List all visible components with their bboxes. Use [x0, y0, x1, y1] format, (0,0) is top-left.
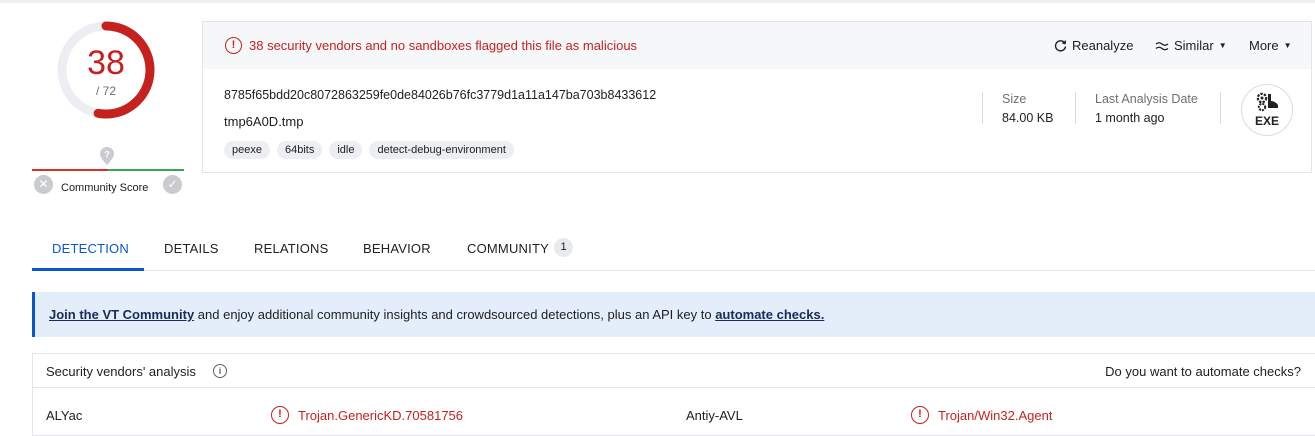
community-banner: Join the VT Community and enjoy addition… [32, 292, 1315, 337]
tab-details[interactable]: DETAILS [164, 241, 219, 256]
svg-text:?: ? [104, 150, 110, 160]
tag[interactable]: detect-debug-environment [369, 141, 514, 159]
detection-count: 38 [87, 44, 125, 82]
community-bar-positive [108, 169, 184, 171]
similar-icon [1155, 41, 1169, 50]
table-row: ALYac ! Trojan.GenericKD.70581756 Antiy-… [33, 389, 1315, 436]
automate-checks-link[interactable]: automate checks. [715, 307, 824, 322]
detection-result: ! Trojan.GenericKD.70581756 [271, 406, 463, 424]
file-type-badge: EXE [1241, 84, 1293, 136]
more-label: More [1249, 38, 1279, 53]
detection-label: Trojan/Win32.Agent [938, 407, 1053, 423]
size-value: 84.00 KB [1002, 111, 1054, 125]
tab-detection[interactable]: DETECTION [52, 241, 129, 256]
join-community-link[interactable]: Join the VT Community [49, 307, 194, 322]
detection-score-gauge: 38 / 72 [56, 20, 160, 124]
active-tab-indicator [32, 268, 144, 271]
community-count-badge: 1 [554, 238, 573, 257]
vendors-header: Security vendors' analysis i Do you want… [33, 354, 1315, 388]
tag[interactable]: 64bits [276, 141, 323, 159]
reanalyze-label: Reanalyze [1072, 38, 1134, 53]
detection-total: / 72 [95, 84, 116, 98]
vendor-name: ALYac [46, 408, 83, 423]
chevron-down-icon: ▼ [1283, 41, 1292, 50]
file-type-label: EXE [1254, 114, 1279, 128]
banner-middle-text: and enjoy additional community insights … [194, 307, 716, 322]
community-score: ? ✕ Community Score ✓ [32, 146, 184, 194]
divider [1075, 92, 1076, 124]
alert-circle-icon: ! [225, 37, 242, 54]
automate-checks-prompt[interactable]: Do you want to automate checks? [1105, 364, 1301, 379]
tab-relations[interactable]: RELATIONS [254, 241, 329, 256]
community-score-label: Community Score [61, 182, 149, 194]
tab-behavior[interactable]: BEHAVIOR [363, 241, 431, 256]
file-summary-card: ! 38 security vendors and no sandboxes f… [202, 21, 1312, 173]
similar-label: Similar [1174, 38, 1214, 53]
tab-bar: DETECTION DETAILS RELATIONS BEHAVIOR COM… [32, 228, 1315, 271]
divider [982, 92, 983, 124]
chevron-down-icon: ▼ [1218, 41, 1227, 50]
file-tags: peexe 64bits idle detect-debug-environme… [224, 141, 514, 159]
malicious-alert: 38 security vendors and no sandboxes fla… [249, 38, 638, 53]
last-analysis-label: Last Analysis Date [1095, 92, 1198, 106]
banner-text: Join the VT Community and enjoy addition… [49, 307, 824, 322]
divider [1220, 92, 1221, 124]
reanalyze-icon [1054, 40, 1067, 52]
community-marker-icon: ? [100, 147, 114, 165]
vote-harmful-icon[interactable]: ✕ [34, 175, 53, 194]
file-name: tmp6A0D.tmp [224, 114, 304, 129]
size-label: Size [1002, 92, 1027, 106]
vendors-title: Security vendors' analysis [46, 364, 196, 379]
community-bar-negative [32, 169, 108, 171]
info-icon[interactable]: i [213, 364, 227, 378]
tag[interactable]: peexe [224, 141, 270, 159]
vendors-analysis-table: Security vendors' analysis i Do you want… [32, 353, 1315, 436]
reanalyze-button[interactable]: Reanalyze [1054, 38, 1133, 53]
similar-button[interactable]: Similar ▼ [1155, 38, 1227, 53]
tab-community[interactable]: COMMUNITY [467, 241, 549, 256]
card-header: ! 38 security vendors and no sandboxes f… [203, 22, 1311, 69]
alert-circle-icon: ! [911, 406, 929, 424]
gears-icon [1256, 92, 1278, 112]
detection-result: ! Trojan/Win32.Agent [911, 406, 1052, 424]
last-analysis-value: 1 month ago [1095, 111, 1165, 125]
more-button[interactable]: More ▼ [1249, 38, 1292, 53]
detection-label: Trojan.GenericKD.70581756 [298, 407, 464, 423]
alert-circle-icon: ! [271, 406, 289, 424]
file-hash[interactable]: 8785f65bdd20c8072863259fe0de84026b76fc37… [224, 88, 656, 102]
vendor-name: Antiy-AVL [686, 408, 743, 423]
vote-harmless-icon[interactable]: ✓ [163, 175, 182, 194]
top-border [0, 0, 1315, 3]
tag[interactable]: idle [329, 141, 363, 159]
